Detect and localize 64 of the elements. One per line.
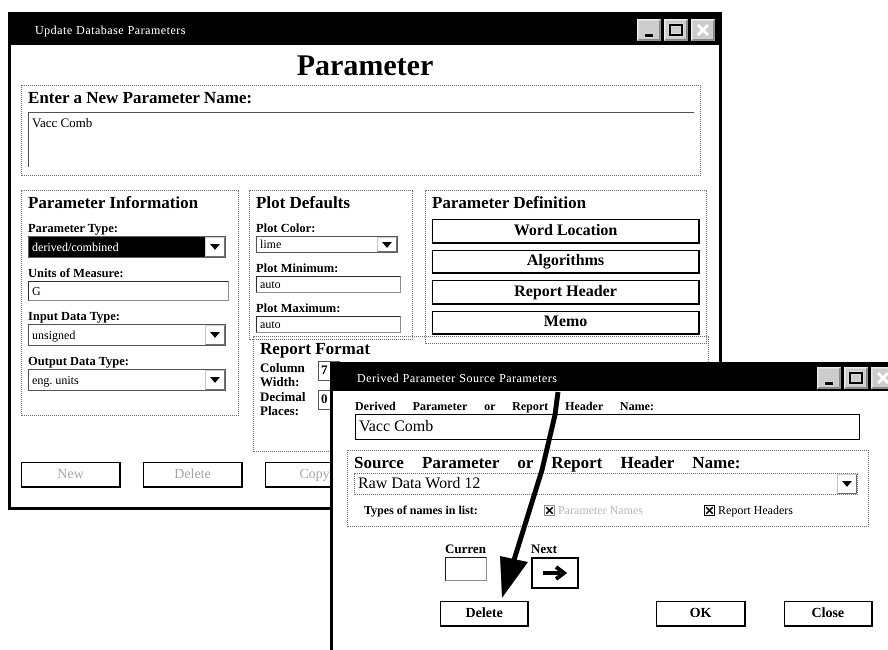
- dropdown-button[interactable]: [837, 474, 857, 494]
- maximize-button[interactable]: [844, 367, 868, 389]
- group-title: Enter a New Parameter Name:: [28, 88, 254, 108]
- next-button[interactable]: [531, 557, 579, 589]
- dropdown-button[interactable]: [377, 237, 397, 252]
- field-label: Derived Parameter or Report Header Name:: [355, 399, 655, 414]
- minimize-button[interactable]: [817, 367, 841, 389]
- dropdown-field[interactable]: eng. units: [28, 369, 226, 391]
- field-label: Plot Maximum:: [256, 301, 342, 316]
- close-icon: [876, 372, 888, 384]
- dropdown-field[interactable]: unsigned: [28, 324, 226, 346]
- definition-button[interactable]: Word Location: [432, 219, 700, 244]
- dropdown-button[interactable]: [205, 325, 225, 345]
- field-label: Units of Measure:: [28, 266, 125, 281]
- minimize-icon: [645, 34, 653, 36]
- dropdown-caret-icon: [210, 332, 220, 338]
- maximize-button[interactable]: [664, 19, 688, 41]
- field-label: Parameter Type:: [28, 221, 119, 236]
- field-label: Next: [531, 541, 558, 557]
- dialog-button[interactable]: OK: [656, 601, 746, 627]
- window-title: Derived Parameter Source Parameters: [357, 370, 558, 386]
- field-label: Decimal Places:: [260, 390, 306, 418]
- name-field[interactable]: Vacc Comb: [355, 414, 860, 440]
- definition-button[interactable]: Algorithms: [432, 250, 700, 274]
- dropdown-field[interactable]: derived/combined: [28, 236, 226, 258]
- definition-button[interactable]: Report Header: [432, 280, 700, 304]
- group-title: Parameter Information: [28, 193, 200, 213]
- group-title: Report Format: [260, 339, 371, 359]
- group-title: Plot Defaults: [256, 193, 351, 213]
- minimize-button[interactable]: [637, 19, 661, 41]
- dropdown-caret-icon: [842, 481, 852, 487]
- maximize-icon: [849, 372, 863, 384]
- text-field[interactable]: auto: [256, 276, 401, 293]
- field-label: Column Width:: [260, 361, 306, 388]
- field-label: Curren: [445, 541, 487, 557]
- field-label: Types of names in list:: [363, 503, 479, 518]
- form-heading: Parameter: [296, 49, 434, 83]
- list-type-checkbox[interactable]: Report Headers: [704, 503, 854, 518]
- current-field[interactable]: [445, 557, 487, 581]
- close-icon: [696, 24, 710, 36]
- field-label: Plot Minimum:: [256, 261, 340, 276]
- dialog-button[interactable]: Close: [784, 601, 873, 627]
- name-field[interactable]: Vacc Comb: [28, 112, 694, 167]
- right-arrow-icon: [542, 565, 568, 581]
- text-field[interactable]: G: [28, 281, 229, 301]
- minimize-icon: [825, 382, 833, 384]
- dropdown-field[interactable]: Raw Data Word 12: [354, 473, 858, 495]
- dropdown-caret-icon: [382, 242, 392, 248]
- dialog-button[interactable]: Delete: [440, 601, 530, 627]
- maximize-icon: [669, 24, 683, 36]
- dropdown-button[interactable]: [205, 370, 225, 390]
- dropdown-caret-icon: [210, 377, 220, 383]
- field-label: Plot Color:: [256, 221, 316, 236]
- field-label: Input Data Type:: [28, 309, 121, 324]
- dropdown-field[interactable]: lime: [256, 236, 398, 253]
- group-title: Parameter Definition: [432, 193, 588, 213]
- window-title: Update Database Parameters: [35, 22, 186, 38]
- text-field[interactable]: auto: [256, 316, 401, 333]
- field-label: Output Data Type:: [28, 354, 130, 369]
- dropdown-caret-icon: [210, 244, 220, 250]
- dropdown-button[interactable]: [205, 237, 225, 257]
- definition-button[interactable]: Memo: [432, 310, 700, 335]
- check-icon: [706, 507, 713, 514]
- check-icon: [546, 507, 553, 514]
